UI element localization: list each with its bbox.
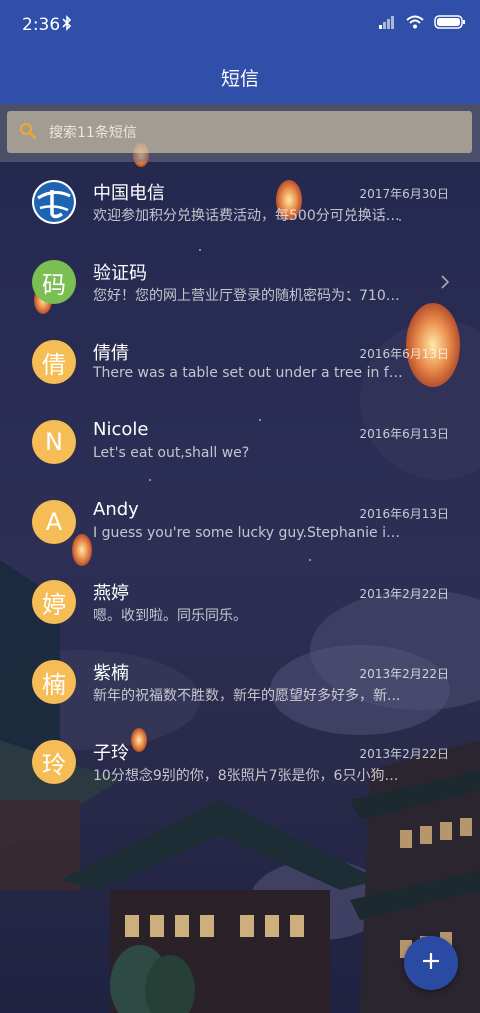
china-telecom-logo-icon [32,180,76,224]
status-time: 2:36 [22,15,61,35]
contact-name: 子玲 [93,743,129,764]
conversation-row[interactable]: 婷 燕婷 2013年2月22日 嗯。收到啦。同乐同乐。 [0,562,480,642]
contact-name: 验证码 [93,263,147,284]
message-date: 2013年2月22日 [359,667,449,681]
avatar: A [32,500,76,544]
app-bar: 短信 [0,52,480,104]
message-preview: 欢迎参加积分兑换话费活动，每500分可兑换话费... [93,208,403,224]
page-title: 短信 [220,68,259,90]
message-date: 2016年6月13日 [359,347,449,361]
new-message-button[interactable] [404,936,458,990]
conversation-list: 中国电信 2017年6月30日 欢迎参加积分兑换话费活动，每500分可兑换话费.… [0,162,480,802]
avatar: 倩 [32,340,76,384]
search-icon [19,122,37,144]
message-preview: 10分想念9别的你，8张照片7张是你，6只小狗5... [93,768,403,784]
conversation-row[interactable]: 楠 紫楠 2013年2月22日 新年的祝福数不胜数，新年的愿望好多好多，新... [0,642,480,722]
message-preview: Let's eat out,shall we? [93,445,250,461]
conversation-row[interactable]: A Andy 2016年6月13日 I guess you're some lu… [0,482,480,562]
signal-icon [378,14,396,33]
message-date: 2013年2月22日 [359,587,449,601]
message-preview: I guess you're some lucky guy.Stephanie … [93,525,403,541]
message-date: 2016年6月13日 [359,507,449,521]
search-bar: 搜索11条短信 [0,104,480,162]
contact-name: 倩倩 [93,343,129,364]
battery-icon [434,14,466,33]
conversation-row[interactable]: 倩 倩倩 2016年6月13日 There was a table set ou… [0,322,480,402]
contact-name: Nicole [93,419,149,440]
message-date: 2016年6月13日 [359,427,449,441]
contact-name: 燕婷 [93,583,129,604]
wifi-icon [406,14,424,33]
avatar: 玲 [32,740,76,784]
message-date: 2013年2月22日 [359,747,449,761]
conversation-row[interactable]: N Nicole 2016年6月13日 Let's eat out,shall … [0,402,480,482]
conversation-row[interactable]: 玲 子玲 2013年2月22日 10分想念9别的你，8张照片7张是你，6只小狗5… [0,722,480,802]
avatar: N [32,420,76,464]
conversation-row[interactable]: 中国电信 2017年6月30日 欢迎参加积分兑换话费活动，每500分可兑换话费.… [0,162,480,242]
search-placeholder: 搜索11条短信 [49,125,137,141]
conversation-row[interactable]: 码 验证码 您好！您的网上营业厅登录的随机密码为：7106... [0,242,480,322]
message-preview: 嗯。收到啦。同乐同乐。 [93,608,247,624]
search-input[interactable]: 搜索11条短信 [7,111,472,153]
avatar: 楠 [32,660,76,704]
avatar: 婷 [32,580,76,624]
message-preview: There was a table set out under a tree i… [93,365,403,381]
contact-name: 紫楠 [93,663,129,684]
message-preview: 新年的祝福数不胜数，新年的愿望好多好多，新... [93,688,401,704]
status-bar: 2:36 [0,0,480,52]
bluetooth-icon [62,15,72,35]
message-date: 2017年6月30日 [359,187,449,201]
plus-icon [421,951,441,975]
chevron-right-icon [440,274,450,294]
contact-name: Andy [93,499,139,520]
avatar: 码 [32,260,76,304]
message-preview: 您好！您的网上营业厅登录的随机密码为：7106... [93,288,403,304]
contact-name: 中国电信 [93,183,165,204]
